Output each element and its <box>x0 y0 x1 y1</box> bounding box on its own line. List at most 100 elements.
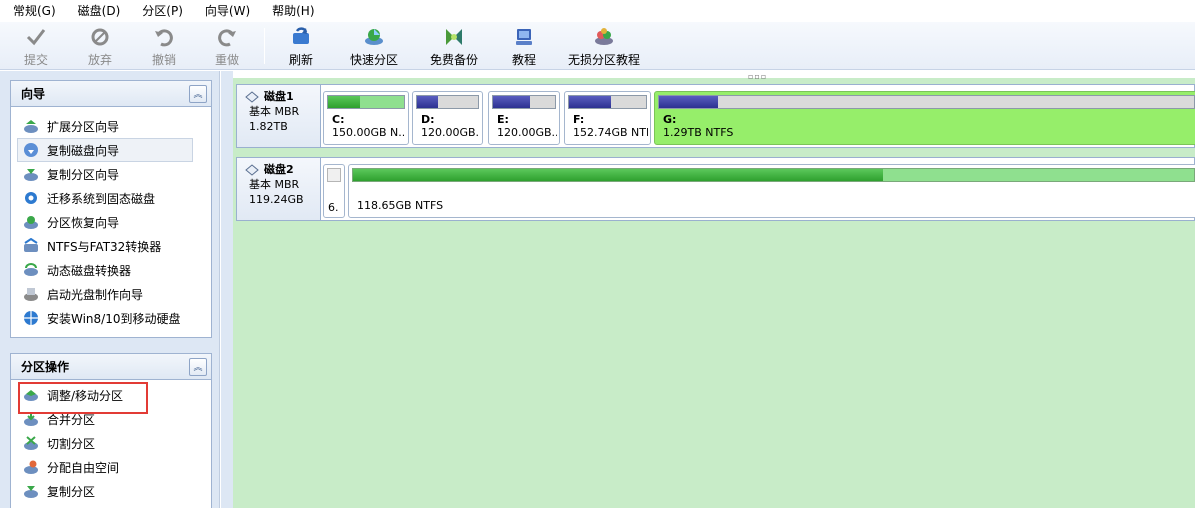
commit-label: 提交 <box>24 53 49 67</box>
disk-name: 磁盘1 <box>264 90 294 103</box>
partition-small[interactable]: 6. <box>323 164 345 218</box>
partition-recovery-icon <box>24 216 38 229</box>
partition-ops-panel-title: 分区操作 <box>21 360 70 374</box>
partition-ops-panel: 分区操作 ︽ 调整/移动分区 合并分区 切割分区 分配自由空间 复制分区 <box>10 353 212 508</box>
undo-button[interactable]: 撤销 <box>152 24 176 68</box>
usage-bar <box>568 95 647 109</box>
partition-g[interactable]: G: 1.29TB NTFS <box>654 91 1195 145</box>
partition-main-2[interactable]: 118.65GB NTFS <box>348 164 1195 218</box>
wizard-item-label: 扩展分区向导 <box>47 119 120 134</box>
wizard-item-dynamic-disk[interactable]: 动态磁盘转换器 <box>11 258 211 282</box>
splitter-grip[interactable]: ▫▫▫ <box>748 72 767 81</box>
usage-bar <box>658 95 1195 109</box>
split-partition-icon <box>24 436 38 450</box>
refresh-label: 刷新 <box>289 53 314 67</box>
op-item-allocate-space[interactable]: 分配自由空间 <box>11 455 211 479</box>
refresh-button[interactable]: 刷新 <box>289 24 313 68</box>
disk-size: 1.82TB <box>249 120 288 133</box>
partition-d[interactable]: D: 120.00GB... <box>412 91 483 145</box>
wizard-item-copy-disk[interactable]: 复制磁盘向导 <box>17 138 193 162</box>
wizard-item-extend-partition[interactable]: 扩展分区向导 <box>11 114 211 138</box>
op-item-split[interactable]: 切割分区 <box>11 431 211 455</box>
menu-disk[interactable]: 磁盘(D) <box>65 0 130 22</box>
discard-label: 放弃 <box>88 53 113 67</box>
partition-size: 150.00GB N... <box>332 126 404 139</box>
backup-icon <box>446 29 462 45</box>
redo-button[interactable]: 重做 <box>215 24 239 68</box>
discard-button[interactable]: 放弃 <box>88 24 112 68</box>
quick-partition-icon <box>365 29 383 45</box>
partition-size: 120.00GB... <box>421 126 480 139</box>
partition-e[interactable]: E: 120.00GB... <box>488 91 560 145</box>
disk-info-2[interactable]: 磁盘2 基本 MBR 119.24GB <box>237 158 321 220</box>
wizard-item-ntfs-fat32[interactable]: NTFS与FAT32转换器 <box>11 234 211 258</box>
partition-size: 118.65GB NTFS <box>357 199 444 212</box>
wizard-item-label: 安装Win8/10到移动硬盘 <box>47 311 181 326</box>
extend-partition-icon <box>24 120 38 133</box>
menu-bar: 常规(G) 磁盘(D) 分区(P) 向导(W) 帮助(H) <box>0 0 1195 22</box>
lossless-partition-icon <box>595 28 613 45</box>
wizard-item-windows-to-go[interactable]: 安装Win8/10到移动硬盘 <box>11 306 211 330</box>
wizard-panel: 向导 ︽ 扩展分区向导 复制磁盘向导 复制分区向导 迁移系统到固态磁盘 分区恢复… <box>10 80 212 338</box>
wizard-item-label: 分区恢复向导 <box>47 215 120 230</box>
dynamic-disk-icon <box>24 263 38 276</box>
disk-icon <box>245 163 259 176</box>
disk-icon <box>245 90 259 103</box>
menu-general[interactable]: 常规(G) <box>0 0 65 22</box>
menu-wizard[interactable]: 向导(W) <box>192 0 259 22</box>
copy-partition-icon <box>24 169 38 181</box>
partition-letter: G: <box>663 113 677 126</box>
wizard-panel-collapse-button[interactable]: ︽ <box>189 84 207 103</box>
usage-bar-fill <box>493 96 531 108</box>
quick-partition-button[interactable]: 快速分区 <box>350 24 398 68</box>
ntfs-fat32-icon <box>24 238 38 252</box>
partition-f[interactable]: F: 152.74GB NTFS <box>564 91 651 145</box>
menu-help[interactable]: 帮助(H) <box>259 0 323 22</box>
disk-type: 基本 MBR <box>249 105 300 118</box>
checkmark-icon <box>26 29 46 46</box>
op-item-label: 分配自由空间 <box>47 460 120 475</box>
left-pane: 向导 ︽ 扩展分区向导 复制磁盘向导 复制分区向导 迁移系统到固态磁盘 分区恢复… <box>0 71 220 508</box>
menu-partition[interactable]: 分区(P) <box>129 0 192 22</box>
copy-partition-icon <box>24 486 38 498</box>
wizard-item-label: 复制分区向导 <box>47 167 120 182</box>
disk-info-1[interactable]: 磁盘1 基本 MBR 1.82TB <box>237 85 321 147</box>
op-item-copy-partition[interactable]: 复制分区 <box>11 479 211 503</box>
free-backup-button[interactable]: 免费备份 <box>430 24 478 68</box>
op-item-label: 复制分区 <box>47 484 96 499</box>
pane-splitter[interactable] <box>221 71 233 508</box>
partition-size: 120.00GB... <box>497 126 557 139</box>
disk-name: 磁盘2 <box>264 163 294 176</box>
wizard-item-boot-disc[interactable]: 启动光盘制作向导 <box>11 282 211 306</box>
usage-bar-fill <box>353 169 883 181</box>
toolbar-separator <box>264 28 265 64</box>
commit-button[interactable]: 提交 <box>24 24 48 68</box>
usage-bar <box>352 168 1195 182</box>
wizard-item-label: 动态磁盘转换器 <box>47 263 132 278</box>
discard-icon <box>91 28 109 46</box>
disk-row-2[interactable]: 磁盘2 基本 MBR 119.24GB 6. 118.65GB NTFS <box>236 157 1195 221</box>
undo-icon <box>155 29 173 47</box>
partition-c[interactable]: C: 150.00GB N... <box>323 91 409 145</box>
undo-label: 撤销 <box>152 53 177 67</box>
wizard-item-copy-partition[interactable]: 复制分区向导 <box>11 162 211 186</box>
partition-letter: C: <box>332 113 345 126</box>
wizard-item-label: NTFS与FAT32转换器 <box>47 239 162 254</box>
boot-disc-icon <box>24 288 38 301</box>
usage-bar-fill <box>569 96 612 108</box>
partition-size: 1.29TB NTFS <box>663 126 734 139</box>
highlight-annotation-box <box>18 382 148 414</box>
wizard-item-partition-recovery[interactable]: 分区恢复向导 <box>11 210 211 234</box>
usage-bar-fill <box>417 96 439 108</box>
wizard-item-label: 复制磁盘向导 <box>47 143 120 158</box>
wizard-item-migrate-ssd[interactable]: 迁移系统到固态磁盘 <box>11 186 211 210</box>
disk-type: 基本 MBR <box>249 178 300 191</box>
partition-letter: D: <box>421 113 435 126</box>
usage-bar <box>327 95 405 109</box>
lossless-tutorial-button[interactable]: 无损分区教程 <box>568 24 640 68</box>
disk-row-1[interactable]: 磁盘1 基本 MBR 1.82TB C: 150.00GB N... D: 12… <box>236 84 1195 148</box>
redo-icon <box>218 29 236 47</box>
tutorial-button[interactable]: 教程 <box>512 24 536 68</box>
partition-ops-panel-collapse-button[interactable]: ︽ <box>189 357 207 376</box>
copy-disk-icon <box>24 143 38 157</box>
